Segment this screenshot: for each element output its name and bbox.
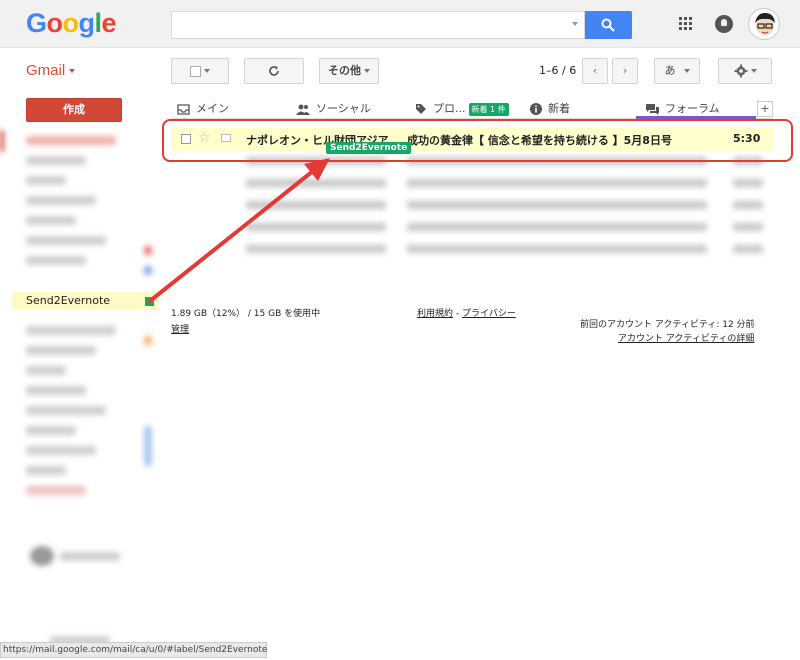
logo-letter: o [62,8,80,38]
chevron-down-icon [750,69,757,73]
chevron-down-icon [69,69,76,74]
input-tools-label: あ [664,64,676,77]
message-count: 1–6 / 6 [539,64,577,77]
forum-icon [646,103,659,115]
more-button-label: その他 [328,64,361,77]
tab-primary-label: メイン [196,102,229,115]
more-button[interactable]: その他 [319,58,379,84]
new-badge: 新着 1 件 [468,102,509,116]
footer-separator: - [453,309,462,319]
annotation-highlight-box [162,119,793,162]
refresh-icon [269,66,279,76]
search-options-icon[interactable] [572,22,578,26]
email-list-blurred [171,151,773,269]
info-icon [530,103,542,115]
tab-promotions[interactable]: プロ... 新着 1 件 [415,100,525,119]
logo-letter: G [26,8,47,38]
terms-link[interactable]: 利用規約 [417,309,453,319]
chevron-right-icon: › [622,64,628,77]
storage-usage: 1.89 GB（12%） / 15 GB を使用中 [171,309,321,319]
gmail-menu-label: Gmail [26,62,66,79]
gmail-window: Google Gmail その他 1–6 / 6 ‹ › あ 作成 Send2E… [0,0,800,660]
compose-button[interactable]: 作成 [26,98,122,122]
inbox-icon [177,103,190,115]
top-header: Google [0,0,800,48]
newer-button[interactable]: ‹ [582,58,608,84]
checkbox-icon [190,65,201,77]
logo-letter: o [46,8,64,38]
input-tools-button[interactable]: あ [654,58,700,84]
select-checkbox-button[interactable] [171,58,229,84]
older-button[interactable]: › [612,58,638,84]
status-bar-url: https://mail.google.com/mail/ca/u/0/#lab… [0,642,267,658]
label-color-swatch[interactable] [145,297,154,306]
search-icon [601,18,615,32]
inbox-tabs: メイン ソーシャル プロ... 新着 1 件 新着 フォーラム [171,98,773,119]
chevron-left-icon: ‹ [592,64,598,77]
settings-button[interactable] [718,58,772,84]
chevron-down-icon [204,69,210,73]
add-tab-button[interactable]: + [757,101,773,117]
refresh-button[interactable] [244,58,304,84]
logo-letter: e [101,8,117,38]
avatar[interactable] [748,8,780,40]
sidebar-item-send2evernote[interactable]: Send2Evernote [12,292,158,310]
tab-social[interactable]: ソーシャル [296,100,406,119]
sidebar-labels-blurred [0,126,158,656]
apps-grid-icon[interactable] [679,17,693,31]
privacy-link[interactable]: プライバシー [462,309,516,319]
chevron-down-icon [683,69,690,73]
tab-social-label: ソーシャル [316,102,371,115]
tab-promotions-label: プロ... [433,102,466,115]
people-icon [296,104,310,115]
tab-forums[interactable]: フォーラム [636,100,756,119]
google-logo[interactable]: Google [26,8,117,39]
search-input[interactable] [171,11,585,39]
gear-icon [734,64,747,78]
tab-updates[interactable]: 新着 [530,100,630,119]
gmail-menu[interactable]: Gmail [26,62,76,79]
chevron-down-icon [364,69,370,73]
tab-forums-label: フォーラム [665,102,720,115]
tab-primary[interactable]: メイン [177,100,287,119]
activity-details-link[interactable]: アカウント アクティビティの詳細 [618,331,754,344]
tab-updates-label: 新着 [548,102,570,115]
last-activity: 前回のアカウント アクティビティ: 12 分前 [580,320,755,330]
search-button[interactable] [585,11,632,39]
sidebar-item-label: Send2Evernote [26,294,111,307]
footer-links: 利用規約 - プライバシー [417,306,516,319]
logo-letter: l [94,8,103,38]
manage-link[interactable]: 管理 [171,322,189,335]
notifications-icon[interactable] [715,15,733,33]
logo-letter: g [78,8,96,38]
tag-icon [416,104,426,114]
